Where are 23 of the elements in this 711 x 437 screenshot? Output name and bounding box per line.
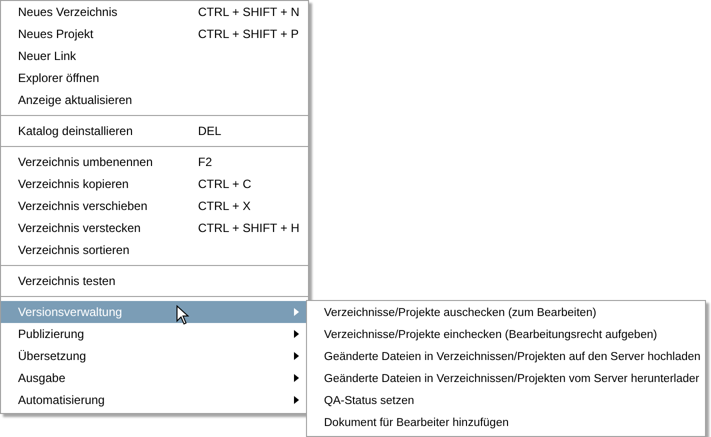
- menu-item[interactable]: Verzeichnis testen: [1, 270, 308, 292]
- menu-item[interactable]: Verzeichnis sortieren: [1, 239, 308, 261]
- submenu-item[interactable]: Dokument für Bearbeiter hinzufügen: [307, 412, 705, 434]
- submenu-item[interactable]: QA-Status setzen: [307, 390, 705, 412]
- mouse-pointer-icon: [176, 305, 190, 325]
- menu-item[interactable]: Neuer Link: [1, 45, 308, 67]
- menu-item[interactable]: Ausgabe: [1, 367, 308, 389]
- menu-item[interactable]: Automatisierung: [1, 389, 308, 411]
- menu-item[interactable]: Neues Verzeichnis CTRL + SHIFT + N: [1, 1, 308, 23]
- menu-item[interactable]: Explorer öffnen: [1, 67, 308, 89]
- menu-item[interactable]: Neues Projekt CTRL + SHIFT + P: [1, 23, 308, 45]
- menu-item[interactable]: Verzeichnis kopieren CTRL + C: [1, 173, 308, 195]
- submenu-item[interactable]: Geänderte Dateien in Verzeichnissen/Projekten vom Server herunterlader: [307, 368, 705, 390]
- menu-item[interactable]: Übersetzung: [1, 345, 308, 367]
- submenu-item[interactable]: Geänderte Dateien in Verzeichnissen/Projekten auf den Server hochladen: [307, 346, 705, 368]
- menu-item[interactable]: Publizierung: [1, 323, 308, 345]
- menu-item[interactable]: Katalog deinstallieren DEL: [1, 120, 308, 142]
- submenu-item[interactable]: Verzeichnisse/Projekte einchecken (Bearbeitungsrecht aufgeben): [307, 324, 705, 346]
- menu-item[interactable]: Verzeichnis verschieben CTRL + X: [1, 195, 308, 217]
- menu-item[interactable]: Anzeige aktualisieren: [1, 89, 308, 111]
- menu-item[interactable]: Verzeichnis verstecken CTRL + SHIFT + H: [1, 217, 308, 239]
- submenu-item[interactable]: Verzeichnisse/Projekte auschecken (zum Bearbeiten): [307, 302, 705, 324]
- menu-item[interactable]: Verzeichnis umbenennen F2: [1, 151, 308, 173]
